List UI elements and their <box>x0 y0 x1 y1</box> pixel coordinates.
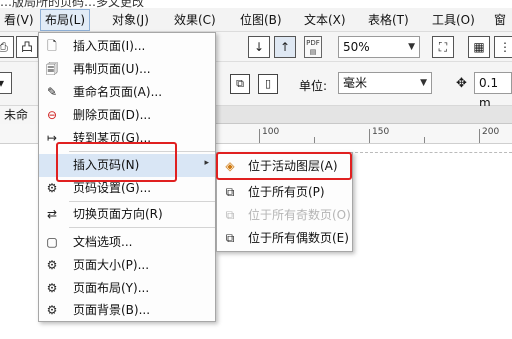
delete-page-icon: ⊖ <box>46 108 58 122</box>
ruler-mark-200: 200 <box>482 127 500 137</box>
highlight-box-insert-page-number <box>56 142 177 182</box>
ruler-tick <box>479 129 480 143</box>
tab-untitled-document[interactable]: 未命名 <box>0 106 40 140</box>
ruler-tick <box>259 129 260 143</box>
highlight-box-active-layer <box>216 152 352 180</box>
submenu-item-even-pages[interactable]: ⧉ 位于所有偶数页(E) <box>217 226 352 250</box>
print-icon[interactable]: ⎙ <box>0 36 14 58</box>
odd-pages-icon: ⧉ <box>225 208 235 222</box>
insert-page-icon: 🗋 <box>47 39 57 53</box>
page-preset-icon[interactable]: ▾ <box>0 72 12 94</box>
menu-window[interactable]: 窗 <box>490 9 510 31</box>
all-pages-layout-icon[interactable]: ⧉ <box>230 74 250 94</box>
ruler-tick <box>314 137 315 143</box>
pdf-export-icon[interactable]: PDF ▤ <box>304 36 322 58</box>
rename-page-icon: ✎ <box>46 85 58 99</box>
menu-table[interactable]: 表格(T) <box>364 9 413 31</box>
nudge-icon: ✥ <box>456 76 467 91</box>
title-bar: …版局所的页码…多文更改 <box>0 0 512 8</box>
units-label: 单位: <box>299 79 328 93</box>
units-combo[interactable]: 毫米 ▼ <box>338 72 432 94</box>
zoom-value: 50% <box>343 40 370 54</box>
page-layout-icon: ⚙ <box>46 281 58 295</box>
menu-item-page-layout[interactable]: ⚙ 页面布局(Y)... <box>39 277 215 300</box>
zoom-combo[interactable]: 50% ▼ <box>338 36 420 58</box>
menu-text[interactable]: 文本(X) <box>300 9 350 31</box>
menu-item-page-size[interactable]: ⚙ 页面大小(P)... <box>39 254 215 277</box>
menu-effects[interactable]: 效果(C) <box>170 9 220 31</box>
page-number-settings-icon: ⚙ <box>46 181 58 195</box>
menu-item-rename-page[interactable]: ✎ 重命名页面(A)... <box>39 81 215 104</box>
menu-bar: 看(V) 布局(L) 对象(J) 效果(C) 位图(B) 文本(X) 表格(T)… <box>0 8 512 32</box>
even-pages-icon: ⧉ <box>225 231 235 245</box>
chevron-down-icon: ▼ <box>408 42 415 52</box>
nudge-field[interactable]: 0.1 m <box>474 72 512 110</box>
menu-tools[interactable]: 工具(O) <box>428 9 479 31</box>
menu-item-delete-page[interactable]: ⊖ 删除页面(D)... <box>39 104 215 127</box>
menu-separator <box>69 227 215 228</box>
menu-layout[interactable]: 布局(L) <box>40 9 91 31</box>
submenu-arrow-icon: ▸ <box>204 158 209 168</box>
all-pages-icon: ⧉ <box>225 185 235 199</box>
menu-item-switch-orientation[interactable]: ⇄ 切换页面方向(R) <box>39 203 215 226</box>
current-page-layout-icon[interactable]: ▯ <box>258 74 278 94</box>
menu-bitmap[interactable]: 位图(B) <box>236 9 286 31</box>
ruler-mark-100: 100 <box>262 127 280 137</box>
full-screen-icon[interactable]: ⛶ <box>432 36 454 58</box>
menu-object[interactable]: 对象(J) <box>108 9 153 31</box>
units-value: 毫米 <box>343 76 368 90</box>
publish-icon[interactable]: 凸 <box>16 36 38 58</box>
menu-item-page-background[interactable]: ⚙ 页面背景(B)... <box>39 299 215 322</box>
ruler-mark-150: 150 <box>372 127 390 137</box>
ruler-tick <box>424 137 425 143</box>
menu-view[interactable]: 看(V) <box>0 9 38 31</box>
export-icon[interactable]: ↑ <box>274 36 296 58</box>
grid-toggle-icon[interactable]: ⋮ <box>494 36 512 58</box>
submenu-item-odd-pages: ⧉ 位于所有奇数页(O) <box>217 203 352 227</box>
ruler-tick <box>369 129 370 143</box>
menu-separator <box>69 201 215 202</box>
duplicate-page-icon: 🗐 <box>46 62 58 76</box>
submenu-item-all-pages[interactable]: ⧉ 位于所有页(P) <box>217 180 352 204</box>
menu-item-insert-page[interactable]: 🗋 插入页面(I)... <box>39 35 215 58</box>
page-size-icon: ⚙ <box>46 258 58 272</box>
import-icon[interactable]: ↓ <box>248 36 270 58</box>
orientation-icon: ⇄ <box>46 207 58 221</box>
menu-item-document-options[interactable]: ▢ 文档选项... <box>39 231 215 254</box>
document-options-icon: ▢ <box>46 235 58 249</box>
page-background-icon: ⚙ <box>46 303 58 317</box>
ruler-toggle-icon[interactable]: ▦ <box>468 36 490 58</box>
nudge-value: 0.1 m <box>479 76 499 110</box>
menu-item-duplicate-page[interactable]: 🗐 再制页面(U)... <box>39 58 215 81</box>
window-title: …版局所的页码…多文更改 <box>0 0 145 8</box>
chevron-down-icon: ▼ <box>420 78 427 88</box>
